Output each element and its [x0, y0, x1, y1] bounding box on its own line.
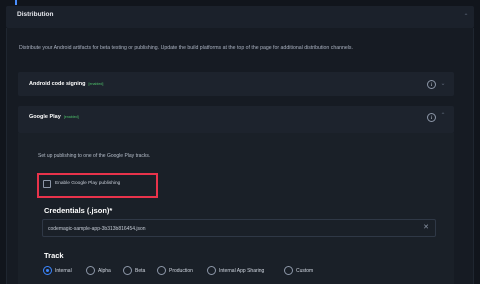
close-icon[interactable]: ✕	[422, 224, 430, 232]
chevron-up-icon[interactable]: ⌃	[440, 113, 446, 119]
distribution-description: Distribute your Android artifacts for be…	[19, 45, 353, 51]
enable-google-play-label[interactable]: Enable Google Play publishing	[55, 181, 120, 186]
track-label-alpha[interactable]: Alpha	[98, 268, 111, 274]
track-label-internal[interactable]: Internal	[55, 268, 72, 274]
track-label-internal-app-sharing[interactable]: Internal App Sharing	[219, 268, 264, 274]
track-label-beta[interactable]: Beta	[135, 268, 145, 274]
track-radio-internal[interactable]	[43, 266, 52, 275]
google-play-description: Set up publishing to one of the Google P…	[38, 153, 151, 159]
track-radio-beta[interactable]	[123, 266, 132, 275]
track-radio-internal-app-sharing[interactable]	[207, 266, 216, 275]
enabled-badge: [enabled]	[88, 82, 104, 86]
info-icon[interactable]: i	[427, 113, 436, 122]
track-label-custom[interactable]: Custom	[296, 268, 313, 274]
chevron-up-icon[interactable]: ⌃	[463, 14, 469, 20]
track-radio-alpha[interactable]	[86, 266, 95, 275]
enabled-badge: [enabled]	[63, 115, 79, 119]
distribution-title: Distribution	[17, 11, 54, 18]
credentials-file-field[interactable]: codemagic-sample-app-3b313b816454.json ✕	[42, 219, 436, 237]
android-code-signing-label: Android code signing	[29, 81, 86, 87]
google-play-panel-header[interactable]: Google Play [enabled] i ⌃	[18, 106, 454, 133]
info-icon[interactable]: i	[427, 80, 436, 89]
google-play-title: Google Play [enabled]	[29, 114, 79, 120]
track-radio-production[interactable]	[157, 266, 166, 275]
google-play-panel-body: Set up publishing to one of the Google P…	[18, 133, 454, 284]
scroll-indicator	[15, 0, 17, 5]
track-title: Track	[44, 251, 64, 260]
track-radio-custom[interactable]	[284, 266, 293, 275]
google-play-label: Google Play	[29, 114, 61, 120]
enable-google-play-checkbox[interactable]	[43, 180, 51, 188]
credentials-file-name: codemagic-sample-app-3b313b816454.json	[48, 225, 146, 232]
android-code-signing-title: Android code signing [enabled]	[29, 81, 103, 87]
distribution-section-header[interactable]: Distribution ⌃	[6, 6, 474, 28]
chevron-down-icon[interactable]: ⌄	[440, 81, 446, 87]
track-label-production[interactable]: Production	[169, 268, 193, 274]
android-code-signing-panel[interactable]: Android code signing [enabled] i ⌄	[18, 72, 454, 96]
credentials-title: Credentials (.json)*	[44, 206, 113, 215]
